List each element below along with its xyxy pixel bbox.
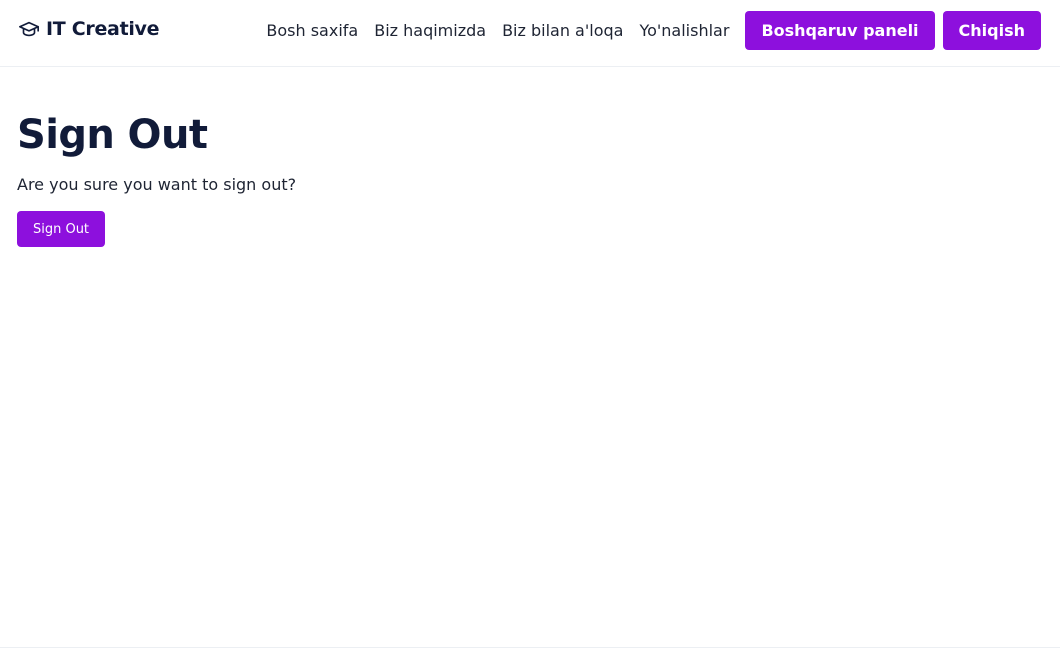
nav-menu: Bosh saxifa Biz haqimizda Biz bilan a'lo… [266, 11, 1041, 50]
brand-name: IT Creative [46, 18, 160, 40]
footer-divider [0, 647, 1060, 648]
graduation-cap-icon [19, 21, 39, 37]
nav-link-about[interactable]: Biz haqimizda [374, 21, 486, 40]
nav-link-home[interactable]: Bosh saxifa [266, 21, 358, 40]
sign-out-button[interactable]: Sign Out [17, 211, 105, 247]
nav-link-directions[interactable]: Yo'nalishlar [639, 21, 729, 40]
page-title: Sign Out [17, 112, 208, 158]
main-content: Sign Out Are you sure you want to sign o… [17, 110, 296, 247]
navbar: IT Creative Bosh saxifa Biz haqimizda Bi… [0, 0, 1060, 67]
dashboard-button[interactable]: Boshqaruv paneli [745, 11, 935, 50]
confirmation-message: Are you sure you want to sign out? [17, 175, 297, 194]
brand-logo-link[interactable]: IT Creative [18, 18, 160, 40]
nav-link-contact[interactable]: Biz bilan a'loqa [502, 21, 623, 40]
logout-button[interactable]: Chiqish [942, 11, 1041, 50]
